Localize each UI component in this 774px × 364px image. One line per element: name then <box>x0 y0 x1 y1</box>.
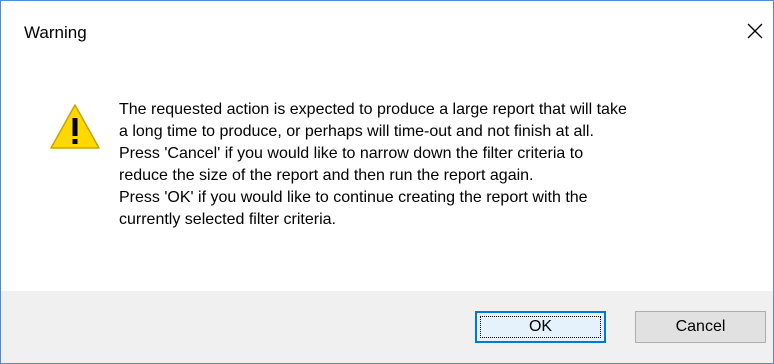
ok-button[interactable]: OK <box>475 311 606 343</box>
message-line: reduce the size of the report and then r… <box>119 167 534 184</box>
cancel-button[interactable]: Cancel <box>635 311 766 343</box>
ok-button-label: OK <box>528 318 553 335</box>
warning-message: The requested action is expected to prod… <box>119 99 759 231</box>
warning-triangle-icon <box>50 104 100 149</box>
button-bar: OK Cancel <box>1 291 773 363</box>
title-bar: Warning <box>1 1 773 61</box>
message-line: The requested action is expected to prod… <box>119 101 627 118</box>
message-line: Press 'Cancel' if you would like to narr… <box>119 145 584 162</box>
dialog-content: The requested action is expected to prod… <box>1 61 773 291</box>
close-icon <box>747 23 763 39</box>
dialog-title: Warning <box>24 23 87 42</box>
close-button[interactable] <box>738 11 772 51</box>
message-line: a long time to produce, or perhaps will … <box>119 123 594 140</box>
cancel-button-label: Cancel <box>675 318 726 335</box>
message-line: Press 'OK' if you would like to continue… <box>119 189 588 206</box>
warning-dialog: Warning The requested action is expected… <box>0 0 774 364</box>
message-line: currently selected filter criteria. <box>119 211 336 228</box>
